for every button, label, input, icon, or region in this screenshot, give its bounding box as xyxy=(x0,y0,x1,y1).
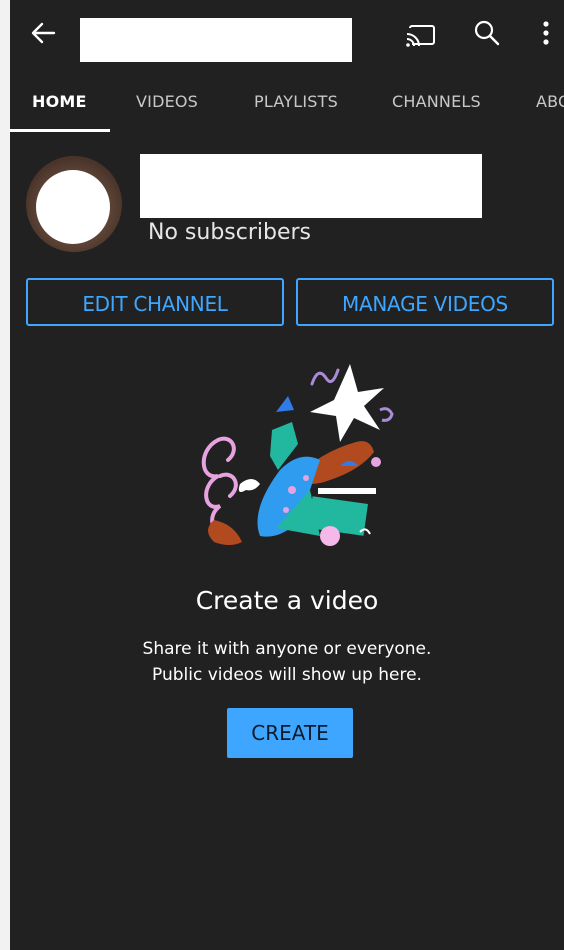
edit-channel-button[interactable]: EDIT CHANNEL xyxy=(26,278,284,326)
avatar[interactable] xyxy=(26,156,122,252)
empty-state-title: Create a video xyxy=(195,586,379,615)
subscriber-count: No subscribers xyxy=(148,220,312,245)
more-vertical-icon[interactable] xyxy=(536,18,556,48)
tab-channels[interactable]: CHANNELS xyxy=(392,92,481,111)
search-icon[interactable] xyxy=(472,18,502,48)
back-arrow-icon[interactable] xyxy=(28,18,58,48)
create-video-illustration xyxy=(180,360,420,560)
tab-videos[interactable]: VIDEOS xyxy=(136,92,198,111)
cast-icon[interactable] xyxy=(404,20,438,50)
redacted-avatar xyxy=(36,170,110,244)
redacted-channel-name xyxy=(140,154,482,218)
empty-state-line-1: Share it with anyone or everyone. xyxy=(142,639,432,659)
redacted-channel-title xyxy=(80,18,352,62)
active-tab-indicator xyxy=(10,129,110,132)
manage-videos-button[interactable]: MANAGE VIDEOS xyxy=(296,278,554,326)
tab-home[interactable]: HOME xyxy=(32,92,87,111)
tab-playlists[interactable]: PLAYLISTS xyxy=(254,92,338,111)
create-button[interactable]: CREATE xyxy=(227,708,353,758)
tab-about[interactable]: ABOUT xyxy=(536,92,564,111)
empty-state-description: Share it with anyone or everyone. Public… xyxy=(10,636,564,688)
empty-state-line-2: Public videos will show up here. xyxy=(152,665,422,685)
channel-tabs: HOME VIDEOS PLAYLISTS CHANNELS ABOUT xyxy=(10,80,564,132)
channel-screen: HOME VIDEOS PLAYLISTS CHANNELS ABOUT No … xyxy=(10,0,564,950)
top-app-bar xyxy=(10,0,564,70)
